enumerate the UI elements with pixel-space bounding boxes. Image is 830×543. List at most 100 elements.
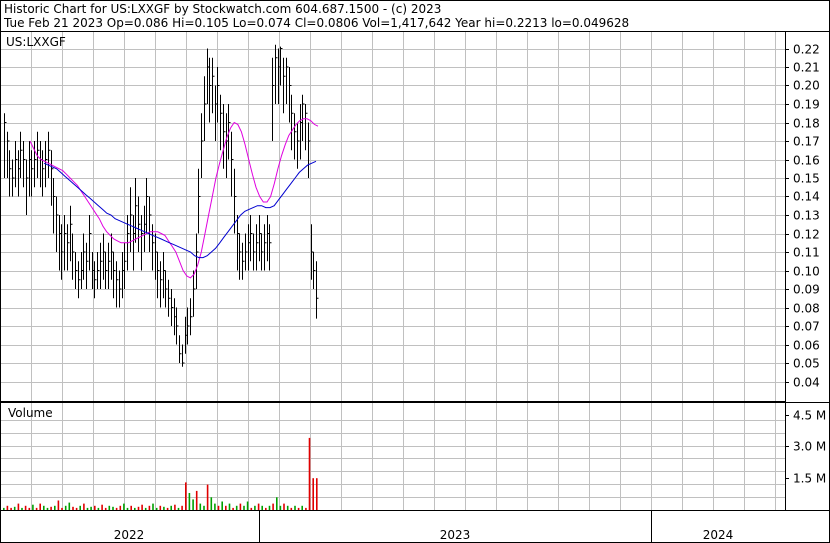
volume-panel-label: Volume bbox=[8, 406, 53, 420]
volume-bar bbox=[206, 484, 209, 510]
volume-tick-label: 1.5 M bbox=[793, 472, 826, 486]
volume-bar bbox=[61, 507, 63, 510]
volume-bar bbox=[301, 505, 303, 510]
volume-bar bbox=[3, 507, 5, 510]
volume-bar bbox=[170, 505, 172, 510]
volume-bar bbox=[130, 505, 132, 510]
volume-bar bbox=[115, 507, 118, 510]
volume-bar bbox=[254, 505, 256, 510]
volume-bar bbox=[57, 500, 60, 510]
volume-bar bbox=[152, 503, 154, 510]
year-label: 2022 bbox=[114, 528, 145, 542]
volume-bar bbox=[28, 507, 31, 510]
volume-bar bbox=[308, 437, 311, 510]
price-tick-label: 0.05 bbox=[793, 357, 820, 371]
volume-bar bbox=[283, 503, 285, 510]
volume-bar bbox=[286, 505, 289, 510]
volume-bar bbox=[279, 505, 282, 510]
volume-bar bbox=[43, 505, 45, 510]
volume-bar bbox=[268, 505, 271, 510]
volume-bar bbox=[108, 505, 111, 510]
price-tick-label: 0.12 bbox=[793, 228, 820, 242]
volume-bar bbox=[144, 507, 147, 510]
volume-bar bbox=[119, 505, 122, 510]
price-tick-label: 0.20 bbox=[793, 79, 820, 93]
volume-bar bbox=[134, 507, 136, 510]
volume-bar bbox=[228, 503, 231, 510]
volume-bar bbox=[79, 505, 81, 510]
volume-bar bbox=[243, 505, 245, 510]
volume-bar bbox=[210, 497, 213, 510]
volume-bar bbox=[39, 503, 41, 510]
year-label: 2023 bbox=[440, 528, 471, 542]
volume-bar bbox=[90, 506, 92, 510]
volume-tick-label: 3.0 M bbox=[793, 440, 826, 454]
volume-bar bbox=[13, 506, 16, 510]
volume-bar bbox=[174, 504, 176, 510]
volume-bar bbox=[64, 505, 67, 510]
price-tick-label: 0.18 bbox=[793, 117, 820, 131]
volume-bar bbox=[181, 505, 183, 510]
volume-bar bbox=[235, 505, 238, 510]
volume-bar bbox=[83, 503, 85, 510]
volume-bar bbox=[185, 482, 187, 510]
volume-bar bbox=[141, 504, 143, 510]
volume-bar bbox=[50, 506, 52, 510]
volume-bar bbox=[199, 503, 202, 510]
volume-bar bbox=[261, 505, 263, 510]
volume-bar bbox=[305, 507, 307, 510]
price-tick-label: 0.13 bbox=[793, 209, 820, 223]
volume-bar bbox=[68, 502, 71, 510]
volume-bar bbox=[265, 507, 267, 510]
volume-bar bbox=[17, 503, 20, 510]
volume-bar bbox=[232, 507, 234, 510]
volume-bar bbox=[290, 507, 293, 510]
price-tick-label: 0.11 bbox=[793, 246, 820, 260]
volume-bar bbox=[217, 505, 220, 510]
volume-bar bbox=[126, 507, 129, 510]
volume-bar bbox=[195, 490, 198, 510]
volume-bar bbox=[112, 506, 114, 510]
volume-bar bbox=[312, 478, 314, 510]
volume-bar bbox=[166, 507, 169, 510]
volume-bar bbox=[239, 503, 242, 510]
volume-bar bbox=[137, 506, 140, 510]
price-panel-label: US:LXXGF bbox=[6, 35, 66, 49]
volume-bar bbox=[101, 504, 103, 510]
price-tick-label: 0.04 bbox=[793, 376, 820, 390]
volume-bar bbox=[225, 505, 227, 510]
volume-bar bbox=[297, 507, 300, 510]
volume-bar bbox=[21, 507, 23, 510]
historic-chart: Historic Chart for US:LXXGF by Stockwatc… bbox=[0, 0, 830, 543]
price-tick-label: 0.06 bbox=[793, 339, 820, 353]
volume-bar bbox=[94, 505, 96, 510]
volume-bar bbox=[32, 504, 34, 510]
volume-bar bbox=[97, 507, 100, 510]
volume-bar bbox=[10, 507, 12, 510]
volume-bar bbox=[24, 505, 27, 510]
volume-bar bbox=[294, 505, 296, 510]
price-tick-label: 0.07 bbox=[793, 320, 820, 334]
volume-bar bbox=[123, 503, 125, 510]
price-tick-label: 0.10 bbox=[793, 265, 820, 279]
volume-bar bbox=[104, 507, 107, 510]
volume-bar bbox=[6, 505, 9, 510]
volume-bar bbox=[35, 507, 38, 510]
price-tick-label: 0.19 bbox=[793, 98, 820, 112]
volume-bar bbox=[250, 507, 253, 510]
price-tick-label: 0.22 bbox=[793, 43, 820, 57]
volume-bar bbox=[316, 478, 318, 510]
volume-bar bbox=[86, 507, 89, 510]
volume-bar bbox=[159, 505, 162, 510]
price-tick-label: 0.09 bbox=[793, 283, 820, 297]
volume-bar bbox=[75, 507, 78, 510]
volume-bar bbox=[177, 507, 180, 510]
price-tick-label: 0.21 bbox=[793, 61, 820, 75]
volume-tick-label: 4.5 M bbox=[793, 409, 826, 423]
volume-bar bbox=[72, 506, 74, 510]
volume-bar bbox=[155, 507, 158, 510]
volume-bar bbox=[46, 507, 49, 510]
price-tick-label: 0.15 bbox=[793, 172, 820, 186]
chart-title: Historic Chart for US:LXXGF by Stockwatc… bbox=[4, 2, 441, 16]
chart-subtitle-quote: Tue Feb 21 2023 Op=0.086 Hi=0.105 Lo=0.0… bbox=[3, 16, 629, 30]
